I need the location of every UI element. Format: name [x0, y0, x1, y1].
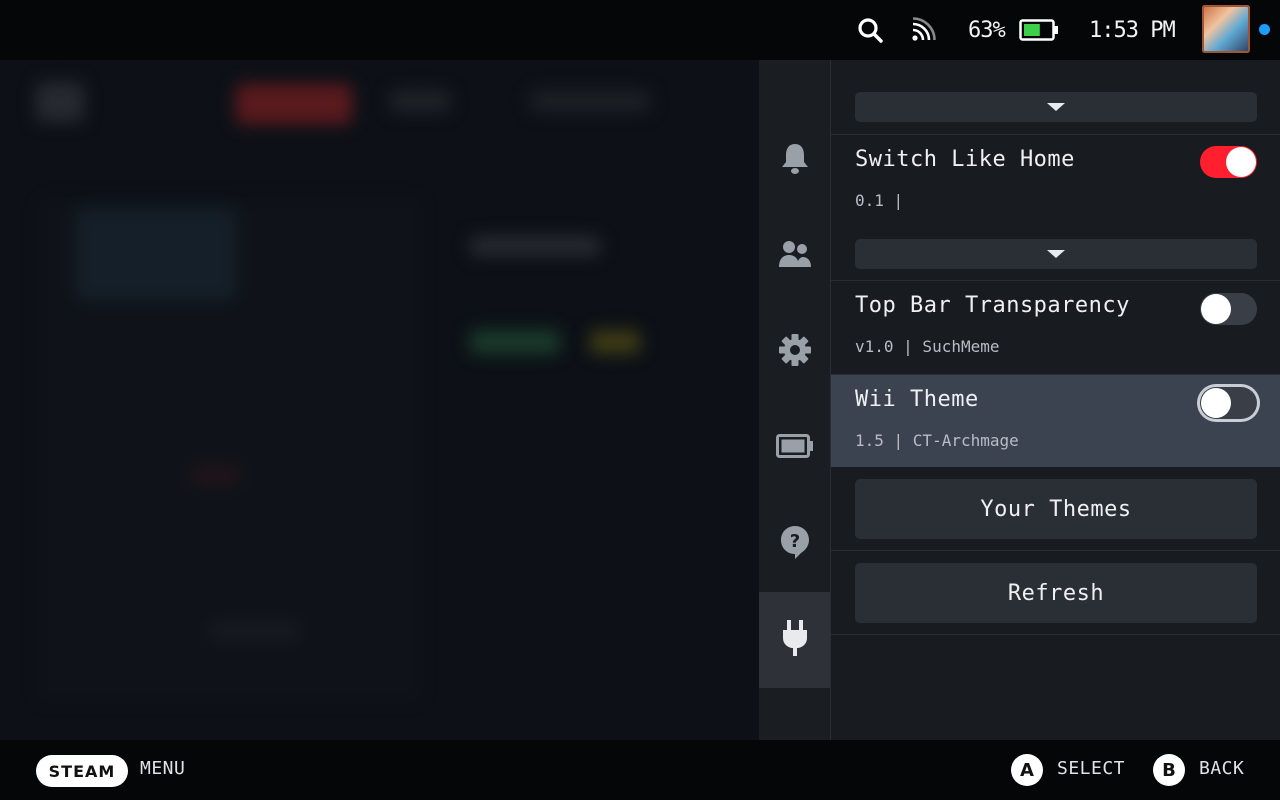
tab-performance[interactable] [759, 400, 830, 496]
theme-title: Switch Like Home [855, 147, 1075, 172]
menu-hint: MENU [140, 758, 186, 779]
theme-subtitle: 0.1 | [855, 191, 904, 210]
plug-icon [780, 618, 810, 662]
avatar[interactable] [1202, 5, 1250, 53]
help-icon: ? [779, 524, 811, 564]
blurred-background [0, 60, 760, 740]
search-icon[interactable] [856, 0, 884, 60]
chevron-down-icon [1047, 250, 1065, 258]
tab-friends[interactable] [759, 208, 830, 304]
tab-plugins[interactable] [759, 592, 830, 688]
theme-title: Wii Theme [855, 387, 979, 412]
gear-icon [778, 333, 812, 371]
a-button-glyph: A [1011, 754, 1043, 786]
battery-icon [775, 433, 814, 463]
theme-subtitle: v1.0 | SuchMeme [855, 337, 1000, 356]
bell-icon [779, 141, 811, 179]
tab-notifications[interactable] [759, 112, 830, 208]
section-row: Your Themes [831, 467, 1280, 551]
b-button-glyph: B [1153, 754, 1185, 786]
expand-dropdown[interactable] [855, 239, 1257, 269]
friends-icon [778, 239, 812, 273]
back-hint: BACK [1199, 758, 1245, 779]
section-row: Refresh [831, 551, 1280, 635]
top-status-bar: 63% 1:53 PM [0, 0, 1280, 60]
theme-toggle[interactable] [1200, 146, 1257, 178]
expand-dropdown[interactable] [855, 92, 1257, 122]
theme-toggle[interactable] [1200, 293, 1257, 325]
theme-row-switch-like-home[interactable]: Switch Like Home 0.1 | [831, 135, 1280, 269]
battery-percent: 63% [968, 17, 1006, 43]
your-themes-button[interactable]: Your Themes [855, 479, 1257, 539]
section-row [831, 60, 1280, 135]
quick-access-rail: ? [759, 60, 831, 740]
notification-dot [1259, 24, 1270, 35]
refresh-button[interactable]: Refresh [855, 563, 1257, 623]
tab-settings[interactable] [759, 304, 830, 400]
steam-button[interactable]: STEAM [36, 755, 128, 787]
theme-row-top-bar-transparency[interactable]: Top Bar Transparency v1.0 | SuchMeme [831, 281, 1280, 375]
theme-subtitle: 1.5 | CT-Archmage [855, 431, 1019, 450]
svg-text:?: ? [789, 531, 799, 552]
battery-icon [1019, 0, 1059, 60]
wifi-icon [910, 0, 936, 60]
select-hint: SELECT [1057, 758, 1126, 779]
theme-row-wii-theme[interactable]: Wii Theme 1.5 | CT-Archmage [831, 375, 1280, 467]
tab-help[interactable]: ? [759, 496, 830, 592]
chevron-down-icon [1047, 103, 1065, 111]
theme-title: Top Bar Transparency [855, 293, 1130, 318]
bottom-hint-bar: STEAM MENU A SELECT B BACK [0, 740, 1280, 800]
clock: 1:53 PM [1089, 17, 1176, 43]
css-loader-panel: Switch Like Home 0.1 | Top Bar Transpare… [831, 60, 1280, 740]
theme-toggle[interactable] [1200, 387, 1257, 419]
